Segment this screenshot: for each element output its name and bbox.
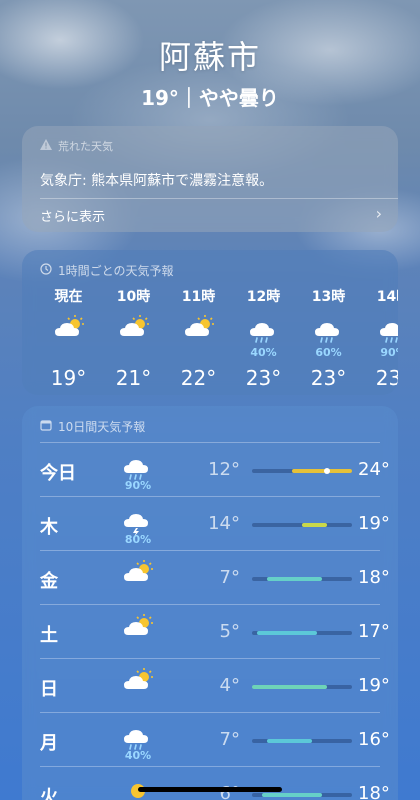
temp-range-fill	[267, 739, 312, 743]
city-name: 阿蘇市	[158, 38, 261, 76]
temp-range-bar	[252, 739, 352, 743]
partly-cloudy-icon	[120, 667, 156, 703]
high-temp: 17°	[358, 621, 390, 642]
low-temp: 4°	[219, 675, 240, 696]
low-temp: 7°	[219, 729, 240, 750]
hourly-list[interactable]: 現在 19° 10時 21° 11時 22° 12時 40% 23° 13時 60% 23° 14時 90…	[36, 286, 398, 390]
temp-range-fill	[302, 523, 327, 527]
high-temp: 24°	[358, 459, 390, 480]
hour-temp: 22°	[180, 366, 217, 390]
temp-range-bar	[252, 577, 352, 581]
daily-row[interactable]: 火6°18°	[40, 766, 390, 800]
hour-temp: 19°	[50, 366, 87, 390]
low-temp: 14°	[208, 513, 240, 534]
hour-label: 11時	[181, 289, 216, 305]
hour-label: 14時	[376, 289, 398, 305]
precip-chance: 40%	[250, 346, 277, 359]
temp-range-bar	[252, 631, 352, 635]
day-name: 金	[40, 571, 58, 592]
temp-range-bar	[252, 685, 352, 689]
daily-header: 10日間天気予報	[40, 418, 145, 435]
hour-temp: 23°	[310, 366, 347, 390]
divider	[40, 198, 398, 199]
partly-cloudy-icon	[120, 559, 156, 595]
day-name: 日	[40, 679, 58, 700]
daily-row[interactable]: 日 4° 19°	[40, 658, 390, 712]
daily-row[interactable]: 月 40% 7° 16°	[40, 712, 390, 766]
day-name: 土	[40, 625, 58, 646]
hour-temp: 21°	[115, 366, 152, 390]
chevron-right-icon[interactable]: ›	[376, 204, 382, 223]
rain-icon	[313, 312, 345, 346]
temp-range-fill	[262, 793, 322, 797]
alert-header: 荒れた天気	[40, 138, 113, 154]
hourly-item: 現在 19°	[36, 286, 101, 390]
current-condition: 19°｜やや曇り	[141, 86, 279, 110]
home-indicator[interactable]	[138, 787, 282, 792]
hour-label: 12時	[246, 289, 281, 305]
hourly-header: 1時間ごとの天気予報	[40, 262, 174, 279]
temp-range-fill	[292, 469, 352, 473]
day-name: 今日	[40, 463, 76, 484]
daily-row[interactable]: 金 7° 18°	[40, 550, 390, 604]
temp-range-bar	[252, 793, 352, 797]
temp-range-bar	[252, 468, 352, 474]
hourly-item: 11時 22°	[166, 286, 231, 390]
precip-chance: 60%	[315, 346, 342, 359]
location-header: 阿蘇市 19°｜やや曇り	[0, 32, 420, 111]
hour-label: 10時	[116, 289, 151, 305]
hour-label: 13時	[311, 289, 346, 305]
temp-range-fill	[257, 631, 317, 635]
precip-chance: 80%	[124, 533, 152, 546]
high-temp: 18°	[358, 567, 390, 588]
low-temp: 7°	[219, 567, 240, 588]
hourly-item: 10時 21°	[101, 286, 166, 390]
hourly-item: 13時 60% 23°	[296, 286, 361, 390]
daily-title: 10日間天気予報	[58, 420, 146, 434]
partly-cloudy-icon	[53, 312, 85, 346]
show-more-link[interactable]: さらに表示	[40, 206, 105, 225]
daily-row[interactable]: 今日 90% 12° 24°	[40, 442, 390, 496]
current-temp-dot	[324, 468, 330, 474]
hourly-forecast-card[interactable]: 1時間ごとの天気予報 現在 19° 10時 21° 11時 22° 12時 40% 23° 13時…	[22, 250, 398, 395]
alert-title: 荒れた天気	[58, 140, 113, 153]
weather-alert-card[interactable]: 荒れた天気 気象庁: 熊本県阿蘇市で濃霧注意報。 さらに表示 ›	[22, 126, 398, 232]
rain-icon	[248, 312, 280, 346]
partly-cloudy-icon	[120, 613, 156, 649]
day-name: 木	[40, 517, 58, 538]
daily-row[interactable]: 木 80% 14° 19°	[40, 496, 390, 550]
hourly-title: 1時間ごとの天気予報	[58, 264, 174, 278]
high-temp: 16°	[358, 729, 390, 750]
partly-cloudy-icon	[118, 312, 150, 346]
day-name: 火	[40, 787, 58, 800]
warning-icon	[40, 139, 52, 153]
temp-range-bar	[252, 523, 352, 527]
high-temp: 18°	[358, 783, 390, 800]
day-name: 月	[40, 733, 58, 754]
precip-chance: 40%	[124, 749, 152, 762]
hour-temp: 23°	[375, 366, 398, 390]
hourly-item: 14時 90% 23°	[361, 286, 398, 390]
rain-icon	[378, 312, 398, 346]
hour-temp: 23°	[245, 366, 282, 390]
precip-chance: 90%	[380, 346, 398, 359]
clock-icon	[40, 263, 52, 278]
daily-list[interactable]: 今日 90% 12° 24° 木 80% 14° 19° 金 7° 18° 土 5° 17° 日 4° 19° 月…	[40, 442, 390, 800]
precip-chance: 90%	[124, 479, 152, 492]
calendar-icon	[40, 419, 52, 434]
hourly-item: 12時 40% 23°	[231, 286, 296, 390]
partly-cloudy-icon	[183, 312, 215, 346]
low-temp: 5°	[219, 621, 240, 642]
hour-label: 現在	[54, 289, 83, 305]
low-temp: 12°	[208, 459, 240, 480]
daily-forecast-card[interactable]: 10日間天気予報 今日 90% 12° 24° 木 80% 14° 19° 金 7° 18° 土 5° 1…	[22, 406, 398, 800]
daily-row[interactable]: 土 5° 17°	[40, 604, 390, 658]
alert-message: 気象庁: 熊本県阿蘇市で濃霧注意報。	[40, 173, 274, 189]
temp-range-fill	[267, 577, 322, 581]
high-temp: 19°	[358, 513, 390, 534]
temp-range-fill	[252, 685, 327, 689]
high-temp: 19°	[358, 675, 390, 696]
